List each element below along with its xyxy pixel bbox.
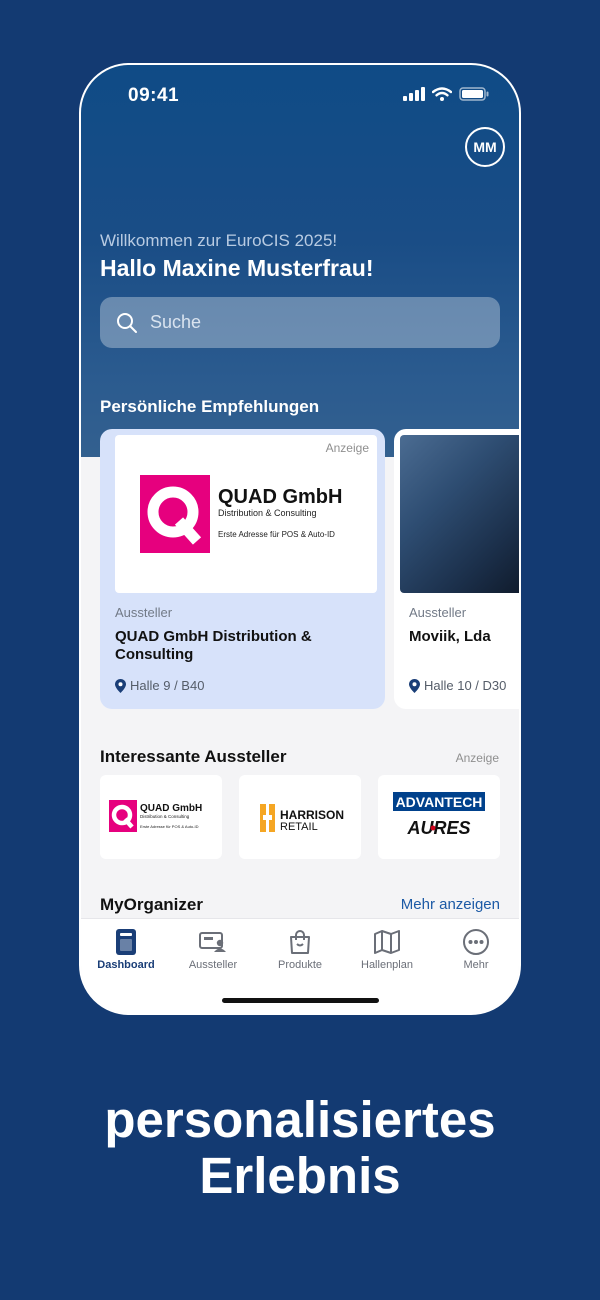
svg-text:Distribution & Consulting: Distribution & Consulting: [218, 508, 317, 518]
tab-label: Hallenplan: [361, 959, 413, 971]
tab-more[interactable]: Mehr: [433, 927, 519, 971]
svg-text:Erste Adresse für POS & Auto-I: Erste Adresse für POS & Auto-ID: [140, 824, 199, 829]
exhibitor-tile-quad[interactable]: QUAD GmbH Distribution & Consulting Erst…: [100, 775, 222, 859]
advantech-aures-logo: ADVANTECH AURES: [393, 792, 485, 838]
interesting-exhibitors-title: Interessante Aussteller: [100, 747, 287, 766]
exhibitor-tiles: QUAD GmbH Distribution & Consulting Erst…: [100, 775, 500, 859]
greeting-title: Hallo Maxine Musterfrau!: [100, 255, 374, 281]
svg-text:QUAD GmbH: QUAD GmbH: [140, 803, 202, 814]
card-type: Aussteller: [115, 605, 173, 620]
svg-text:ADVANTECH: ADVANTECH: [396, 794, 483, 810]
phone-frame: 09:41 MM Willkommen zur EuroCIS 2025! Ha…: [79, 63, 521, 1015]
tab-label: Mehr: [463, 959, 489, 971]
tab-exhibitors[interactable]: Aussteller: [170, 927, 256, 971]
status-time: 09:41: [128, 85, 180, 106]
search-input[interactable]: [148, 311, 452, 334]
svg-text:Distribution & Consulting: Distribution & Consulting: [140, 814, 190, 819]
card-image: [400, 435, 519, 593]
map-icon: [374, 930, 400, 954]
tab-floorplan[interactable]: Hallenplan: [344, 927, 430, 971]
search-bar[interactable]: [100, 297, 500, 348]
card-location-text: Halle 9 / B40: [130, 678, 205, 693]
recommendation-card-moviik[interactable]: Aussteller Moviik, Lda Halle 10 / D30: [394, 429, 519, 709]
svg-text:AURES: AURES: [406, 818, 470, 838]
card-name: Moviik, Lda: [409, 628, 491, 645]
svg-text:RETAIL: RETAIL: [280, 821, 318, 833]
card-image: Anzeige QUAD GmbH Distribution & Consult…: [115, 435, 377, 593]
tab-label: Dashboard: [97, 959, 155, 971]
headline-line-2: Erlebnis: [199, 1147, 401, 1204]
profile-avatar[interactable]: MM: [465, 127, 505, 167]
status-icons: [403, 87, 489, 101]
exhibitor-tile-harrison[interactable]: HARRISON RETAIL: [239, 775, 361, 859]
harrison-retail-logo: HARRISON RETAIL: [260, 804, 344, 833]
myorganizer-title: MyOrganizer: [100, 895, 203, 914]
svg-text:QUAD GmbH: QUAD GmbH: [218, 486, 342, 508]
quad-logo: QUAD GmbH Distribution & Consulting Erst…: [109, 800, 202, 832]
signal-icon: [403, 87, 425, 101]
tab-products[interactable]: Produkte: [257, 927, 343, 971]
show-more-link[interactable]: Mehr anzeigen: [401, 896, 500, 913]
tab-bar: Dashboard Aussteller Produkte Hallenplan…: [81, 918, 519, 1013]
recommendation-card-quad[interactable]: Anzeige QUAD GmbH Distribution & Consult…: [100, 429, 385, 709]
card-location: Halle 9 / B40: [115, 678, 204, 693]
card-location-text: Halle 10 / D30: [424, 678, 507, 693]
tab-label: Produkte: [277, 959, 323, 971]
card-type: Aussteller: [409, 605, 467, 620]
location-pin-icon: [115, 678, 126, 693]
home-indicator: [222, 998, 379, 1003]
dashboard-icon: [116, 929, 136, 955]
marketing-headline: personalisiertes Erlebnis: [0, 1092, 600, 1204]
exhibitor-icon: [199, 932, 226, 952]
recommendations-title: Persönliche Empfehlungen: [100, 397, 320, 416]
wifi-icon: [432, 87, 452, 101]
quad-logo: QUAD GmbH Distribution & Consulting Erst…: [140, 475, 342, 553]
status-bar: 09:41: [81, 65, 519, 125]
search-icon: [117, 312, 137, 333]
svg-text:Erste Adresse für POS & Auto-I: Erste Adresse für POS & Auto-ID: [218, 530, 335, 539]
location-pin-icon: [409, 678, 420, 693]
ad-label: Anzeige: [455, 751, 499, 765]
battery-icon: [459, 87, 489, 101]
svg-text:HARRISON: HARRISON: [280, 808, 344, 822]
welcome-text: Willkommen zur EuroCIS 2025!: [100, 231, 338, 250]
tab-dashboard[interactable]: Dashboard: [83, 927, 169, 971]
card-name: QUAD GmbH Distribution & Consulting: [115, 628, 312, 663]
more-icon: [463, 929, 489, 955]
exhibitor-tile-advantech[interactable]: ADVANTECH AURES: [378, 775, 500, 859]
shopping-bag-icon: [290, 930, 310, 954]
ad-label: Anzeige: [325, 441, 369, 455]
card-location: Halle 10 / D30: [409, 678, 506, 693]
headline-line-1: personalisiertes: [104, 1091, 496, 1148]
tab-label: Aussteller: [188, 959, 238, 971]
